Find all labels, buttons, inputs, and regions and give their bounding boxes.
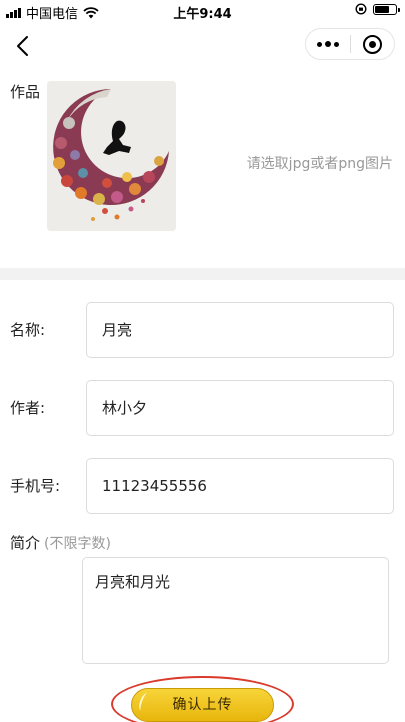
section-divider bbox=[0, 268, 405, 280]
author-field[interactable]: 林小夕 bbox=[86, 380, 394, 436]
intro-textarea[interactable]: 月亮和月光 bbox=[82, 557, 389, 664]
target-close-icon bbox=[362, 34, 382, 54]
chevron-left-icon bbox=[17, 36, 28, 56]
mini-program-capsule bbox=[305, 28, 395, 60]
close-button[interactable] bbox=[350, 29, 394, 59]
confirm-upload-label: 确认上传 bbox=[172, 697, 233, 713]
intro-label: 简介 (不限字数) bbox=[10, 532, 111, 553]
author-label: 作者: bbox=[10, 399, 46, 417]
artwork-label: 作品 bbox=[10, 83, 41, 101]
orientation-lock-icon bbox=[355, 3, 367, 15]
moon-girl-artwork bbox=[47, 81, 176, 231]
status-time: 上午9:44 bbox=[173, 7, 232, 22]
more-button[interactable] bbox=[306, 29, 350, 59]
intro-hint: (不限字数) bbox=[44, 536, 111, 552]
button-shine bbox=[137, 692, 151, 712]
battery-icon bbox=[373, 3, 400, 15]
phone-label: 手机号: bbox=[10, 477, 61, 495]
phone-field[interactable]: 11123455556 bbox=[86, 458, 394, 514]
intro-label-text: 简介 bbox=[10, 534, 41, 552]
image-pick-hint[interactable]: 请选取jpg或者png图片 bbox=[247, 153, 393, 173]
artwork-image[interactable] bbox=[47, 81, 176, 231]
back-button[interactable] bbox=[10, 32, 38, 60]
status-right bbox=[355, 3, 400, 15]
name-field[interactable]: 月亮 bbox=[86, 302, 394, 358]
status-bar: 中国电信 上午9:44 bbox=[0, 0, 405, 22]
confirm-upload-button[interactable]: 确认上传 bbox=[131, 688, 274, 722]
nav-bar bbox=[0, 22, 405, 68]
name-label: 名称: bbox=[10, 321, 46, 339]
